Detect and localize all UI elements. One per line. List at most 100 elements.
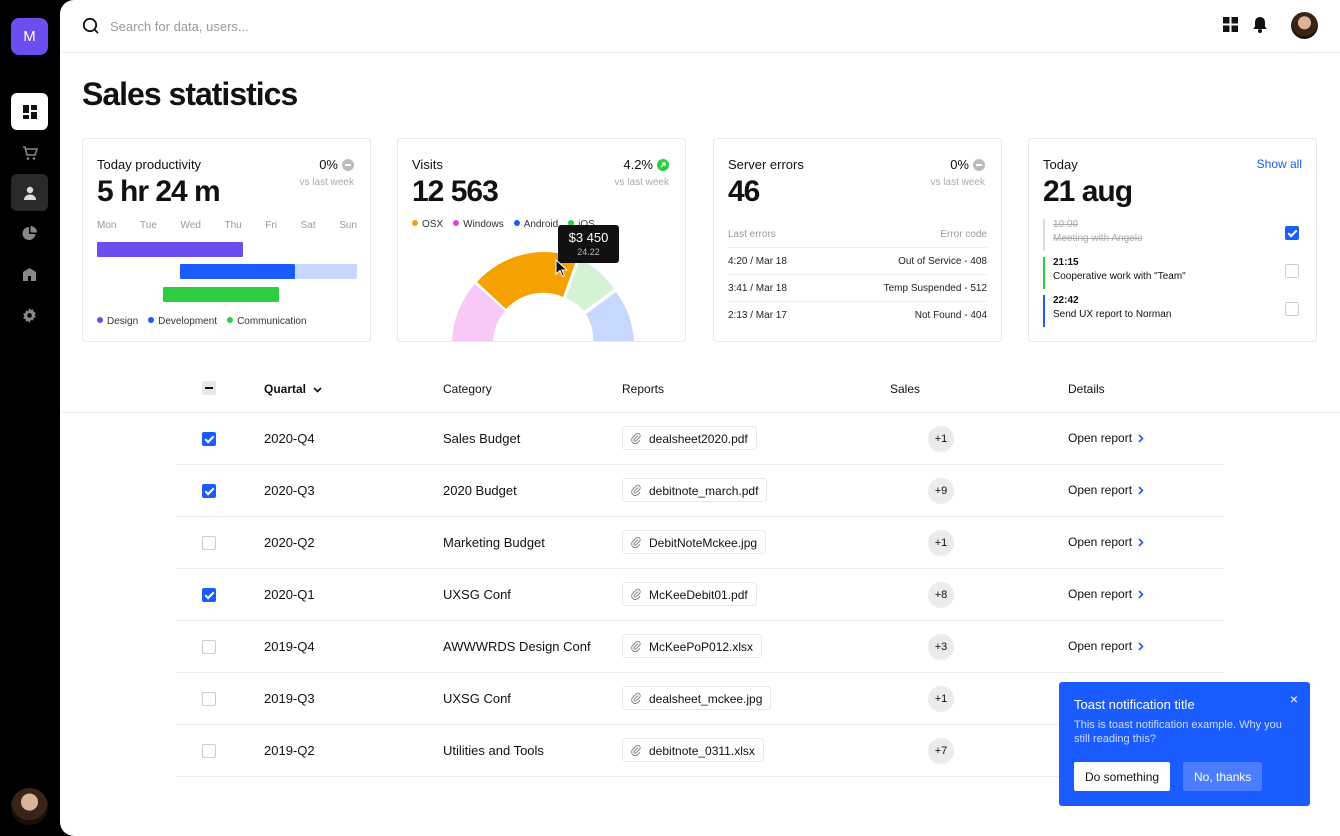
nav-reports[interactable] (11, 215, 48, 252)
row-checkbox[interactable] (202, 744, 216, 758)
nav-cart[interactable] (11, 134, 48, 171)
row-category: UXSG Conf (443, 691, 511, 706)
select-all-checkbox[interactable] (202, 381, 216, 395)
report-file-chip[interactable]: dealsheet2020.pdf (622, 426, 757, 450)
dashboard-icon (22, 104, 37, 119)
visits-label: Visits (412, 157, 443, 172)
show-all-link[interactable]: Show all (1257, 157, 1302, 171)
sales-badge: +1 (928, 686, 954, 712)
neutral-indicator-icon (973, 158, 985, 171)
table-header: Quartal Category Reports Sales Details (60, 365, 1340, 413)
nav-users[interactable] (11, 174, 48, 211)
header-category: Category (443, 382, 492, 396)
open-report-label: Open report (1068, 639, 1133, 653)
report-file-chip[interactable]: DebitNoteMckee.jpg (622, 530, 767, 554)
nav-dashboard[interactable] (11, 93, 48, 130)
task-item: 10:00 Meeting with Angelo (1043, 219, 1273, 251)
table-row: 2020-Q1 UXSG Conf McKeeDebit01.pdf +8 Op… (176, 569, 1224, 621)
task-desc: Send UX report to Norman (1053, 309, 1172, 320)
apps-grid-icon[interactable] (1223, 17, 1238, 32)
error-time: 2:13 / Mar 17 (728, 310, 787, 321)
toast-body: This is toast notification example. Why … (1074, 719, 1282, 745)
open-report-link[interactable]: Open report (1068, 639, 1144, 653)
productivity-change-value: 0% (319, 157, 338, 172)
weekday-axis: Mon Tue Wed Thu Fri Sat Sun (97, 220, 357, 231)
table-row: 2020-Q4 Sales Budget dealsheet2020.pdf +… (176, 413, 1224, 465)
user-avatar[interactable] (1291, 12, 1318, 39)
error-time: 3:41 / Mar 18 (728, 283, 787, 294)
search-input[interactable] (110, 14, 510, 38)
search-icon (82, 17, 99, 34)
report-file-chip[interactable]: McKeePoP012.xlsx (622, 634, 763, 658)
open-report-link[interactable]: Open report (1068, 431, 1144, 445)
cursor-icon (555, 259, 569, 278)
neutral-indicator-icon (342, 158, 354, 171)
chevron-right-icon (1138, 589, 1144, 599)
error-row: 3:41 / Mar 18 Temp Suspended - 512 (728, 274, 987, 294)
sales-badge: +1 (928, 426, 954, 452)
close-icon[interactable]: × (1290, 691, 1298, 707)
chevron-down-icon (313, 387, 322, 393)
paperclip-icon (631, 692, 641, 704)
paperclip-icon (631, 536, 641, 548)
errors-change-value: 0% (950, 157, 969, 172)
toast-title: Toast notification title (1074, 697, 1195, 712)
productivity-change: 0% (319, 157, 354, 172)
open-report-label: Open report (1068, 483, 1133, 497)
toast-notification: Toast notification title × This is toast… (1059, 682, 1310, 806)
header-details: Details (1068, 382, 1105, 396)
day-label: Wed (180, 220, 201, 231)
nav-settings[interactable] (11, 297, 48, 334)
gear-icon (23, 308, 36, 323)
errors-value: 46 (728, 175, 760, 208)
report-file-chip[interactable]: debitnote_0311.xlsx (622, 738, 764, 762)
errors-col-right: Error code (940, 229, 987, 240)
no-thanks-button[interactable]: No, thanks (1183, 762, 1263, 791)
productivity-value: 5 hr 24 m (97, 175, 221, 208)
row-checkbox[interactable] (202, 640, 216, 654)
task-checkbox[interactable] (1285, 264, 1299, 278)
open-report-link[interactable]: Open report (1068, 535, 1144, 549)
tooltip-value: $3 450 (568, 230, 609, 245)
legend-development: Development (148, 316, 217, 327)
task-checkbox[interactable] (1285, 302, 1299, 316)
row-checkbox[interactable] (202, 432, 216, 446)
row-checkbox[interactable] (202, 588, 216, 602)
header-quartal[interactable]: Quartal (264, 382, 322, 396)
task-time: 10:00 (1053, 219, 1079, 230)
report-file-chip[interactable]: dealsheet_mckee.jpg (622, 686, 772, 710)
sidebar-avatar[interactable] (11, 788, 48, 825)
row-category: Utilities and Tools (443, 743, 544, 758)
day-label: Sat (300, 220, 316, 231)
chevron-right-icon (1138, 537, 1144, 547)
bell-icon[interactable] (1252, 16, 1268, 33)
report-filename: debitnote_0311.xlsx (649, 744, 755, 758)
row-quartal: 2019-Q4 (264, 639, 315, 654)
report-file-chip[interactable]: debitnote_march.pdf (622, 478, 768, 502)
nav-bank[interactable] (11, 256, 48, 293)
productivity-legend: Design Development Communication (97, 316, 307, 327)
open-report-link[interactable]: Open report (1068, 483, 1144, 497)
open-report-link[interactable]: Open report (1068, 587, 1144, 601)
tooltip-sub: 24.22 (577, 247, 600, 257)
row-checkbox[interactable] (202, 484, 216, 498)
row-category: 2020 Budget (443, 483, 517, 498)
do-something-button[interactable]: Do something (1074, 762, 1171, 791)
row-quartal: 2019-Q3 (264, 691, 315, 706)
errors-col-left: Last errors (728, 229, 776, 240)
errors-label: Server errors (728, 157, 804, 172)
row-checkbox[interactable] (202, 692, 216, 706)
error-code: Out of Service - 408 (898, 256, 987, 267)
row-quartal: 2020-Q2 (264, 535, 315, 550)
visits-compare: vs last week (614, 177, 669, 188)
row-checkbox[interactable] (202, 536, 216, 550)
day-label: Sun (339, 220, 357, 231)
table-row: 2020-Q3 2020 Budget debitnote_march.pdf … (176, 465, 1224, 517)
chevron-right-icon (1138, 641, 1144, 651)
report-file-chip[interactable]: McKeeDebit01.pdf (622, 582, 757, 606)
task-checkbox[interactable] (1285, 226, 1299, 240)
error-row: 4:20 / Mar 18 Out of Service - 408 (728, 247, 987, 267)
server-errors-card: Server errors 46 0% vs last week Last er… (713, 138, 1002, 342)
sidebar: M (0, 0, 60, 836)
app-logo[interactable]: M (11, 18, 48, 55)
